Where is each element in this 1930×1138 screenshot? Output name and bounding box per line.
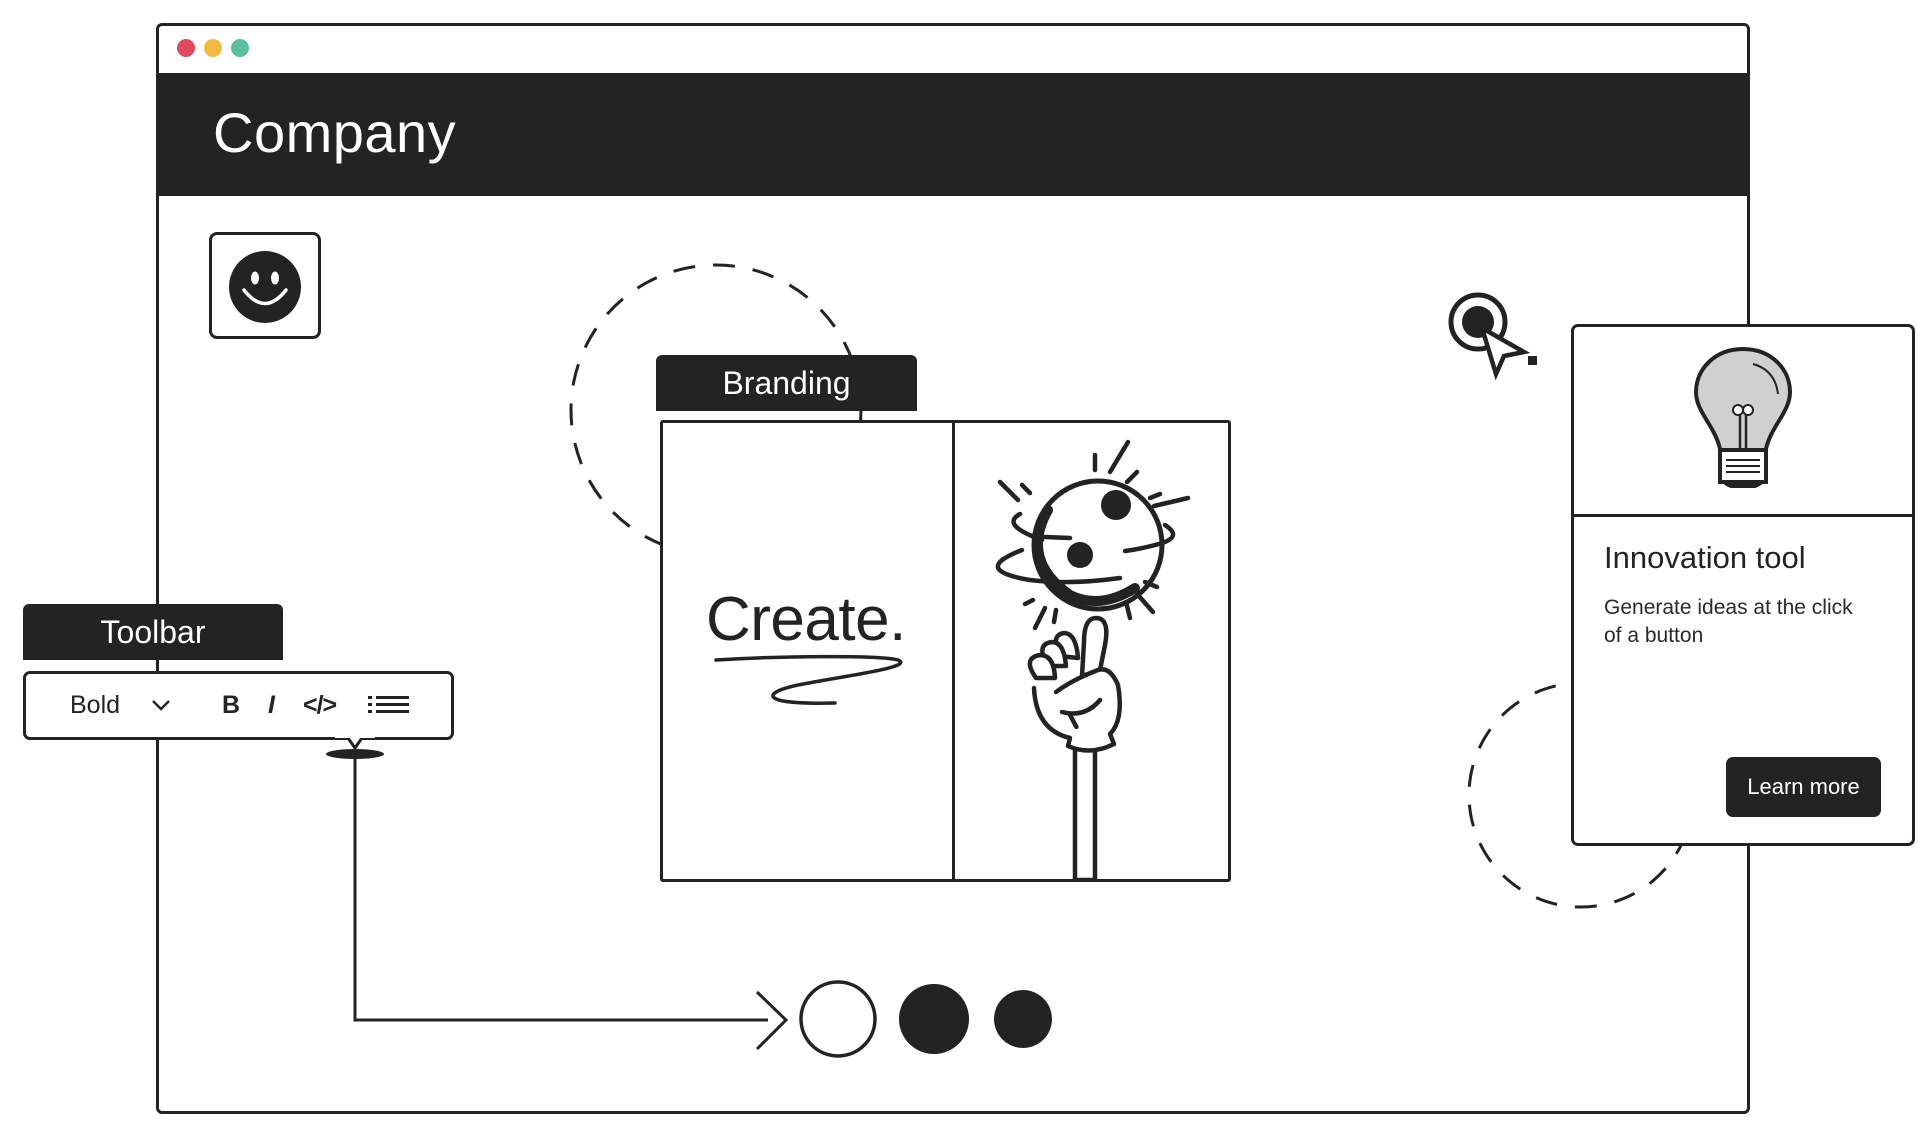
pagination-dot[interactable] [994, 990, 1052, 1048]
italic-button[interactable]: I [268, 674, 275, 737]
pagination [799, 980, 1052, 1058]
font-style-select[interactable]: Bold [70, 674, 120, 737]
card-description: Generate ideas at the click of a button [1604, 596, 1853, 647]
panel-divider [952, 423, 955, 879]
learn-more-button[interactable]: Learn more [1726, 757, 1881, 817]
chevron-down-icon[interactable] [150, 697, 172, 713]
card-title: Innovation tool [1604, 540, 1806, 575]
branding-tab[interactable]: Branding [656, 355, 917, 411]
smiley-icon [229, 251, 301, 323]
pointing-hand-icon [1027, 615, 1122, 880]
card-divider [1574, 514, 1912, 517]
toolbar-pointer [335, 736, 375, 751]
toolbar-tab[interactable]: Toolbar [23, 604, 283, 660]
pagination-dot-current[interactable] [799, 980, 877, 1058]
code-button[interactable]: </> [303, 674, 337, 737]
planet-icon [995, 439, 1191, 631]
text-toolbar: Bold B I </> [23, 671, 454, 740]
logo-box[interactable] [209, 232, 321, 339]
squiggle-underline-icon [714, 654, 903, 705]
bullet-list-icon[interactable] [367, 692, 411, 718]
pagination-dot[interactable] [899, 984, 969, 1054]
click-cursor-icon [1448, 292, 1537, 380]
bold-button[interactable]: B [222, 674, 240, 737]
planet-hand-illustration [995, 439, 1191, 880]
lightbulb-icon [1693, 346, 1793, 488]
